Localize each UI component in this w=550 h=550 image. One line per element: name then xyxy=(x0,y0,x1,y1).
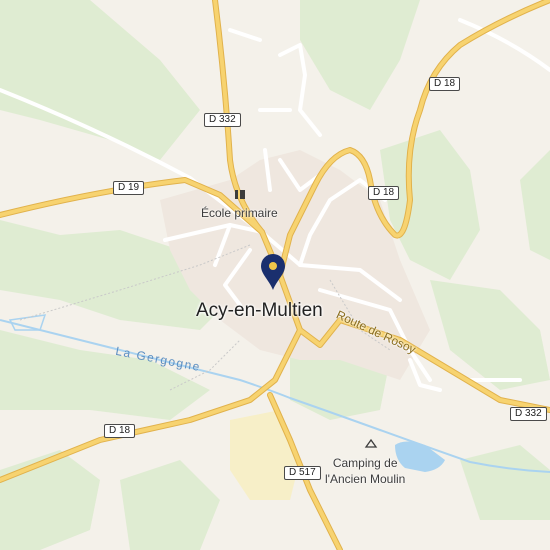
camping-icon xyxy=(364,438,378,448)
forest-area xyxy=(520,150,550,260)
road-shield-d19-west: D 19 xyxy=(113,181,145,195)
place-label: Acy-en-Multien xyxy=(196,300,323,321)
campsite-area xyxy=(230,410,300,500)
field-area xyxy=(120,460,220,550)
road-shield-d18-east: D 18 xyxy=(368,186,400,200)
forest-area xyxy=(0,0,200,160)
camping-label-line2: l'Ancien Moulin xyxy=(325,472,406,486)
map-canvas[interactable]: Acy-en-Multien La Gergogne Route de Roso… xyxy=(0,0,550,550)
camping-label-line1: Camping de xyxy=(332,456,398,470)
school-label: École primaire xyxy=(201,206,278,220)
field-area xyxy=(460,445,550,520)
forest-area xyxy=(430,280,550,390)
road-shield-d18-northeast: D 18 xyxy=(429,77,461,91)
field-area xyxy=(0,330,210,420)
forest-area xyxy=(300,0,420,110)
school-icon xyxy=(235,190,245,199)
road-shield-d517-south: D 517 xyxy=(284,466,321,480)
field-area xyxy=(0,450,100,550)
road-shield-d332-north: D 332 xyxy=(204,113,241,127)
camping-label: Camping de l'Ancien Moulin xyxy=(325,455,405,487)
road-shield-d332-east: D 332 xyxy=(510,407,547,421)
map-base-layer xyxy=(0,0,550,550)
road-shield-d18-southwest: D 18 xyxy=(104,424,136,438)
